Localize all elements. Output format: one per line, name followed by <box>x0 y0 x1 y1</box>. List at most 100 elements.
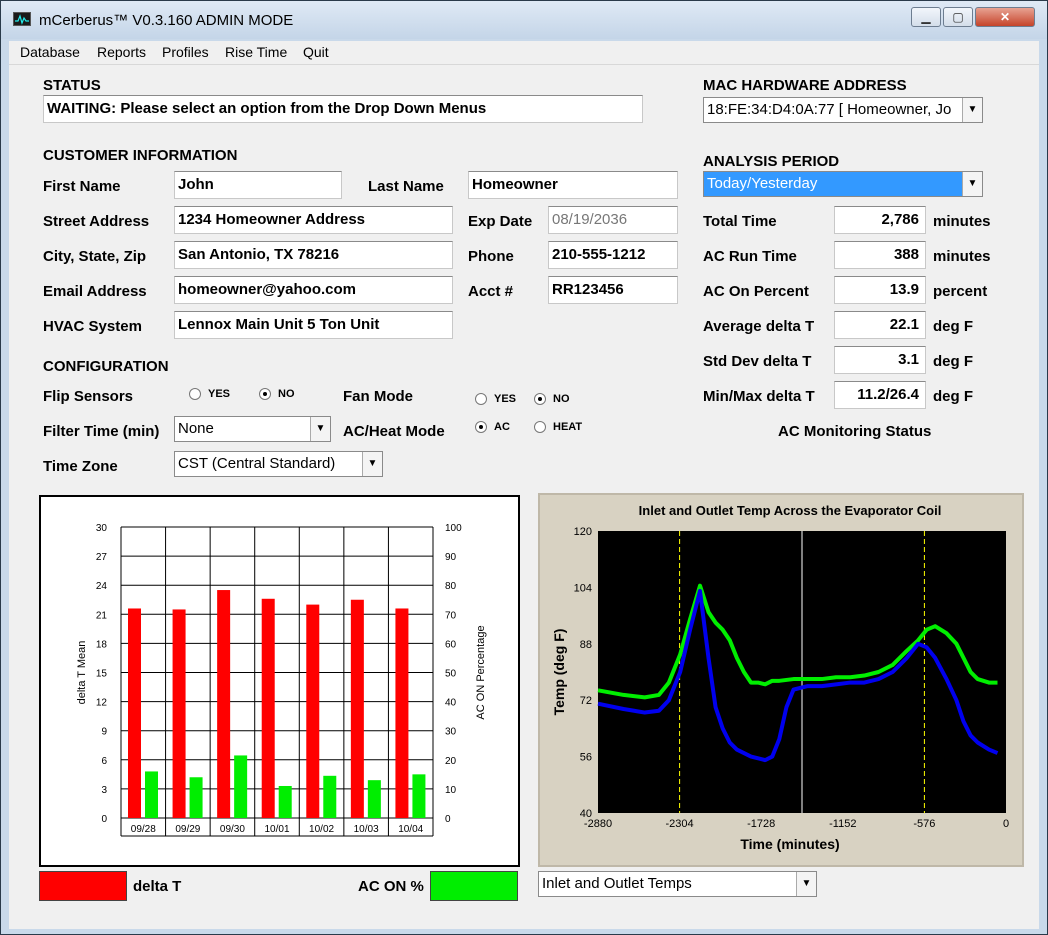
flip-yes-label: YES <box>208 388 231 400</box>
analysis-header: ANALYSIS PERIOD <box>703 153 840 170</box>
x-tick-label: 09/28 <box>131 824 156 835</box>
ac-on-bar <box>412 774 426 818</box>
minmax-delta-t-label: Min/Max delta T <box>703 388 815 405</box>
app-window: mCerberus™ V0.3.160 ADMIN MODE ▁ ▢ ✕ Dat… <box>0 0 1048 935</box>
window-title: mCerberus™ V0.3.160 ADMIN MODE <box>39 12 294 29</box>
filter-time-label: Filter Time (min) <box>43 423 160 440</box>
y-tick-label: 6 <box>101 756 107 767</box>
delta-t-bar <box>128 608 141 818</box>
y2-tick-label: 100 <box>445 523 462 534</box>
delta-t-legend-swatch <box>39 871 127 901</box>
x-tick-label: 10/04 <box>398 824 423 835</box>
fan-mode-label: Fan Mode <box>343 388 413 405</box>
radio-off-icon <box>475 393 487 406</box>
ac-run-time-label: AC Run Time <box>703 248 797 265</box>
y-tick-label: 18 <box>96 639 108 650</box>
radio-on-icon <box>259 388 271 401</box>
delta-t-bar <box>395 608 409 818</box>
ac-on-percent-label: AC On Percent <box>703 283 809 300</box>
menu-rise-time[interactable]: Rise Time <box>225 44 287 60</box>
analysis-period-value: Today/Yesterday <box>707 175 818 192</box>
customer-header: CUSTOMER INFORMATION <box>43 147 238 164</box>
std-delta-t-label: Std Dev delta T <box>703 353 812 370</box>
mode-ac-label: AC <box>494 421 510 433</box>
minmax-delta-t-value: 11.2/26.4 <box>834 381 926 409</box>
city-field[interactable]: San Antonio, TX 78216 <box>174 241 453 269</box>
ac-on-bar <box>323 775 337 818</box>
last-name-label: Last Name <box>368 178 444 195</box>
std-delta-t-value: 3.1 <box>834 346 926 374</box>
acct-field[interactable]: RR123456 <box>548 276 678 304</box>
x-tick-label: 10/01 <box>264 824 289 835</box>
mode-ac-radio[interactable]: AC <box>475 421 510 434</box>
fan-no-label: NO <box>553 393 570 405</box>
y-tick-label: 27 <box>96 552 108 563</box>
close-icon: ✕ <box>999 10 1011 24</box>
config-header: CONFIGURATION <box>43 358 169 375</box>
menu-reports[interactable]: Reports <box>97 44 146 60</box>
hvac-label: HVAC System <box>43 318 142 335</box>
chart-title: Inlet and Outlet Temp Across the Evapora… <box>639 503 942 518</box>
hvac-field[interactable]: Lennox Main Unit 5 Ton Unit <box>174 311 453 339</box>
y2-tick-label: 0 <box>445 814 451 825</box>
mac-label: MAC HARDWARE ADDRESS <box>703 77 907 94</box>
filter-time-select[interactable]: None ▼ <box>174 416 331 442</box>
delta-t-bar <box>172 609 186 818</box>
y-tick-label: 21 <box>96 610 108 621</box>
menu-bar: Database Reports Profiles Rise Time Quit <box>9 41 1039 65</box>
ac-on-percent-value: 13.9 <box>834 276 926 304</box>
acct-label: Acct # <box>468 283 514 300</box>
chevron-down-icon: ▼ <box>310 417 330 441</box>
close-button[interactable]: ✕ <box>975 7 1035 27</box>
email-field[interactable]: homeowner@yahoo.com <box>174 276 453 304</box>
y-tick-label: 3 <box>101 785 107 796</box>
minimize-button[interactable]: ▁ <box>911 7 941 27</box>
delta-t-bar <box>261 598 275 818</box>
avg-delta-t-value: 22.1 <box>834 311 926 339</box>
radio-on-icon <box>475 421 487 434</box>
flip-no-radio[interactable]: NO <box>259 388 295 401</box>
ac-run-time-unit: minutes <box>933 248 991 265</box>
fan-no-radio[interactable]: NO <box>534 393 570 406</box>
last-name-field[interactable]: Homeowner <box>468 171 678 199</box>
x-tick-label: -2880 <box>584 818 612 830</box>
mode-heat-radio[interactable]: HEAT <box>534 421 583 434</box>
main-panel: STATUS WAITING: Please select an option … <box>9 65 1039 929</box>
analysis-period-select[interactable]: Today/Yesterday ▼ <box>703 171 983 197</box>
y-axis-label: Temp (deg F) <box>551 629 567 716</box>
street-field[interactable]: 1234 Homeowner Address <box>174 206 453 234</box>
menu-quit[interactable]: Quit <box>303 44 329 60</box>
y2-tick-label: 50 <box>445 669 457 680</box>
phone-field[interactable]: 210-555-1212 <box>548 241 678 269</box>
chart-type-select[interactable]: Inlet and Outlet Temps ▼ <box>538 871 817 897</box>
total-time-value: 2,786 <box>834 206 926 234</box>
y-tick-label: 24 <box>96 581 108 592</box>
exp-date-label: Exp Date <box>468 213 533 230</box>
y-tick-label: 0 <box>101 814 107 825</box>
menu-profiles[interactable]: Profiles <box>162 44 209 60</box>
x-tick-label: 09/29 <box>175 824 200 835</box>
ac-on-legend-label: AC ON % <box>358 878 424 895</box>
city-label: City, State, Zip <box>43 248 147 265</box>
y-tick-label: 72 <box>580 695 592 707</box>
email-label: Email Address <box>43 283 147 300</box>
chevron-down-icon: ▼ <box>796 872 816 896</box>
chevron-down-icon: ▼ <box>962 172 982 196</box>
fan-yes-radio[interactable]: YES <box>475 393 516 406</box>
title-bar: mCerberus™ V0.3.160 ADMIN MODE ▁ ▢ ✕ <box>1 1 1047 39</box>
mac-select[interactable]: 18:FE:34:D4:0A:77 [ Homeowner, Jo ▼ <box>703 97 983 123</box>
flip-yes-radio[interactable]: YES <box>189 388 231 401</box>
first-name-field[interactable]: John <box>174 171 342 199</box>
mode-heat-label: HEAT <box>553 421 583 433</box>
y-axis-label: delta T Mean <box>76 641 88 705</box>
x-tick-label: 09/30 <box>220 824 245 835</box>
time-zone-select[interactable]: CST (Central Standard) ▼ <box>174 451 383 477</box>
ac-on-bar <box>234 755 248 818</box>
x-tick-label: 10/03 <box>354 824 379 835</box>
delta-t-bar <box>350 599 364 818</box>
time-zone-value: CST (Central Standard) <box>178 455 336 472</box>
maximize-button[interactable]: ▢ <box>943 7 973 27</box>
delta-t-legend-label: delta T <box>133 878 182 895</box>
maximize-icon: ▢ <box>952 10 964 24</box>
menu-database[interactable]: Database <box>20 44 80 60</box>
